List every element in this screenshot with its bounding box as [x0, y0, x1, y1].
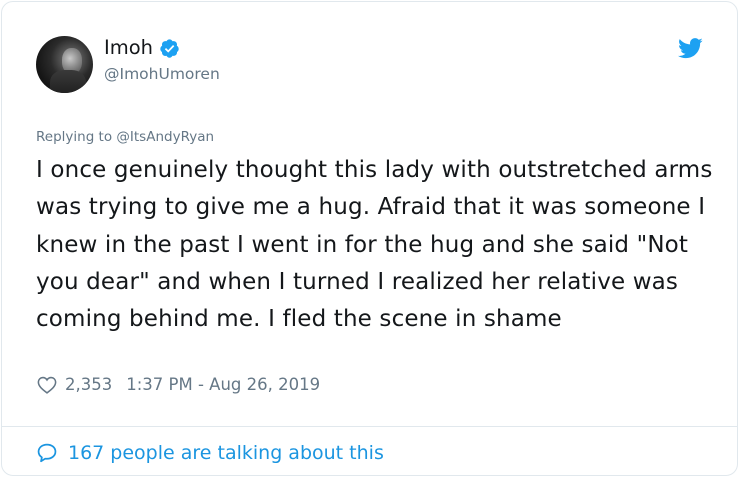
tweet-text: I once genuinely thought this lady with … — [36, 157, 713, 333]
replying-to-handle-link[interactable]: @ItsAndyRyan — [116, 129, 214, 145]
conversation-link[interactable]: 167 people are talking about this — [36, 440, 384, 466]
avatar-body — [50, 70, 86, 93]
talking-count-text: 167 people are talking about this — [68, 442, 384, 464]
like-count[interactable]: 2,353 — [65, 372, 112, 398]
replying-to-line: Replying to @ItsAndyRyan — [36, 127, 214, 147]
verified-badge-icon — [160, 38, 179, 58]
heart-icon[interactable] — [36, 374, 58, 396]
tweet-timestamp[interactable]: 1:37 PM - Aug 26, 2019 — [126, 372, 320, 398]
footer-divider — [2, 426, 737, 427]
tweet-meta: 2,353 1:37 PM - Aug 26, 2019 — [36, 372, 320, 398]
author-name-row: Imoh — [104, 35, 180, 61]
twitter-bird-icon[interactable] — [678, 38, 703, 59]
avatar[interactable] — [36, 36, 93, 93]
speech-bubble-icon — [37, 443, 57, 463]
author-handle[interactable]: @ImohUmoren — [104, 63, 220, 85]
author-display-name[interactable]: Imoh — [104, 35, 153, 61]
replying-to-prefix: Replying to — [36, 129, 117, 145]
tweet-card: Imoh @ImohUmoren Replying to @ItsAndyRya… — [1, 1, 738, 476]
